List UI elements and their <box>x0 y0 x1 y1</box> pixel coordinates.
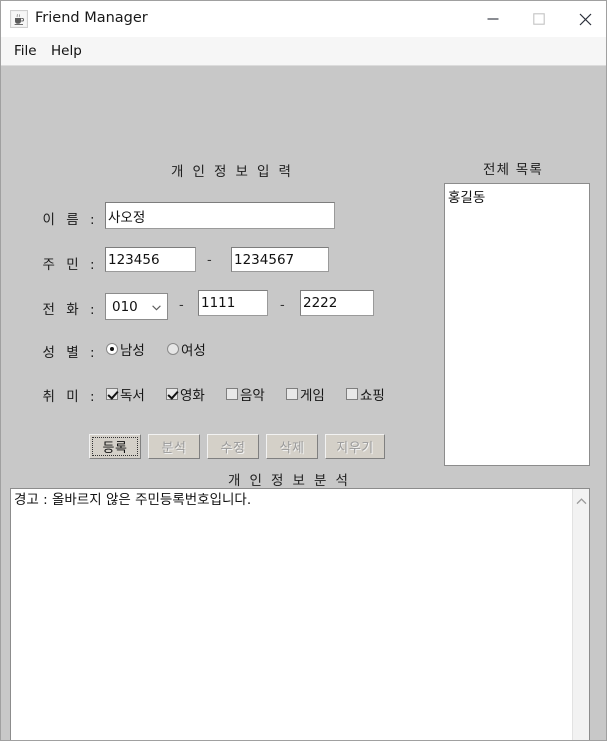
phone-last-input[interactable]: 2222 <box>300 290 374 316</box>
phone-prefix-value: 010 <box>112 298 138 315</box>
menu-item-file[interactable]: File <box>9 42 42 60</box>
hobby-checkbox-movie[interactable]: 영화 <box>166 384 205 404</box>
phone-label: 전 화 : <box>42 302 98 318</box>
maximize-icon <box>533 13 545 25</box>
checkbox-checked-icon <box>166 388 178 400</box>
gender-radio-male-label: 남성 <box>120 343 145 359</box>
gender-radio-male[interactable]: 남성 <box>106 339 145 359</box>
analysis-section-title: 개 인 정 보 분 석 <box>228 473 351 489</box>
close-button[interactable] <box>562 1 606 37</box>
menu-bar: File Help <box>1 37 606 66</box>
minimize-icon <box>487 18 499 20</box>
menu-item-help[interactable]: Help <box>46 42 87 60</box>
gender-radio-female[interactable]: 여성 <box>167 339 206 359</box>
checkbox-checked-icon <box>106 388 118 400</box>
gender-radio-female-label: 여성 <box>181 343 206 359</box>
analysis-text: 경고 : 올바르지 않은 주민등록번호입니다. <box>14 492 252 508</box>
hobby-checkbox-reading-label: 독서 <box>120 388 145 404</box>
clear-button-label: 지우기 <box>336 441 374 456</box>
delete-button-label: 삭제 <box>279 441 305 456</box>
hobby-checkbox-movie-label: 영화 <box>180 388 205 404</box>
minimize-button[interactable] <box>470 1 516 37</box>
hobby-checkbox-shopping-label: 쇼핑 <box>360 388 385 404</box>
edit-button-label: 수정 <box>220 441 246 456</box>
window-title: Friend Manager <box>35 10 148 26</box>
ssn-back-input[interactable]: 1234567 <box>231 247 329 272</box>
java-coffee-cup-icon <box>10 10 28 28</box>
focus-ring <box>92 437 138 456</box>
hobby-checkbox-game[interactable]: 게임 <box>286 384 325 404</box>
scroll-up-button[interactable] <box>573 493 590 510</box>
chevron-up-icon <box>576 498 587 505</box>
checkbox-unchecked-icon <box>286 388 298 400</box>
clear-button[interactable]: 지우기 <box>325 434 385 459</box>
hobby-checkbox-music-label: 음악 <box>240 388 265 404</box>
hobby-checkbox-game-label: 게임 <box>300 388 325 404</box>
analysis-textarea[interactable]: 경고 : 올바르지 않은 주민등록번호입니다. <box>10 488 590 740</box>
title-bar: Friend Manager <box>1 1 606 38</box>
analysis-scrollbar[interactable] <box>572 489 590 740</box>
hobby-checkbox-reading[interactable]: 독서 <box>106 384 145 404</box>
close-icon <box>579 13 591 25</box>
analyze-button[interactable]: 분석 <box>148 434 200 459</box>
list-section-title: 전체 목록 <box>483 162 543 178</box>
hobby-checkbox-shopping[interactable]: 쇼핑 <box>346 384 385 404</box>
phone-mid-input[interactable]: 1111 <box>198 290 268 316</box>
radio-unselected-icon <box>167 343 179 355</box>
register-button[interactable]: 등록 <box>89 434 141 459</box>
checkbox-unchecked-icon <box>226 388 238 400</box>
chevron-down-icon <box>152 299 161 315</box>
ssn-label: 주 민 : <box>42 257 98 273</box>
hobby-label: 취 미 : <box>42 389 98 405</box>
edit-button[interactable]: 수정 <box>207 434 259 459</box>
phone-separator-1: - <box>179 298 184 313</box>
phone-separator-2: - <box>280 298 285 313</box>
input-section-title: 개 인 정 보 입 력 <box>171 164 294 180</box>
list-item[interactable]: 홍길동 <box>445 184 589 206</box>
ssn-front-input[interactable]: 123456 <box>105 247 196 272</box>
delete-button[interactable]: 삭제 <box>266 434 318 459</box>
hobby-checkbox-music[interactable]: 음악 <box>226 384 265 404</box>
ssn-separator: - <box>207 253 212 268</box>
friend-list[interactable]: 홍길동 <box>444 183 590 466</box>
name-label: 이 름 : <box>42 212 98 228</box>
phone-prefix-select[interactable]: 010 <box>105 293 168 320</box>
app-window: Friend Manager File Help 개 인 정 보 입 력 전체 … <box>0 0 607 741</box>
gender-label: 성 별 : <box>42 345 98 361</box>
maximize-button[interactable] <box>516 1 562 37</box>
checkbox-unchecked-icon <box>346 388 358 400</box>
radio-selected-icon <box>106 343 118 355</box>
analyze-button-label: 분석 <box>161 441 187 456</box>
main-content: 개 인 정 보 입 력 전체 목록 개 인 정 보 분 석 이 름 : 사오정 … <box>1 66 606 740</box>
name-input[interactable]: 사오정 <box>105 202 335 229</box>
